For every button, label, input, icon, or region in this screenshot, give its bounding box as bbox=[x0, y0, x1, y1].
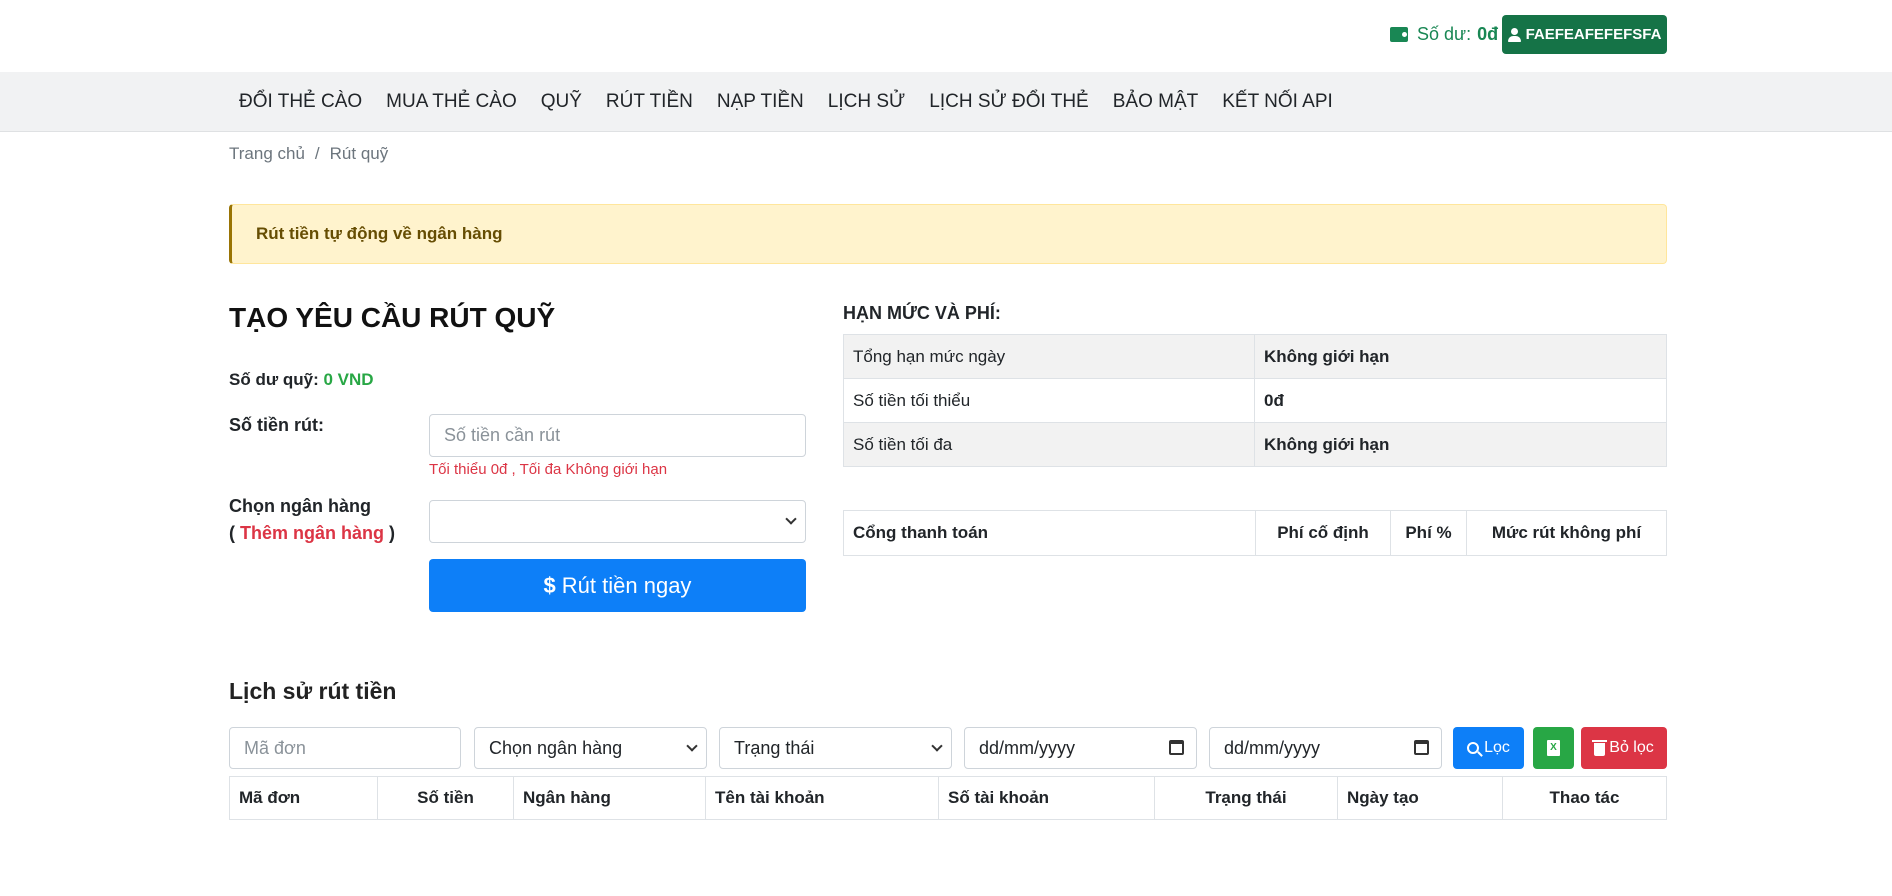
breadcrumb-separator: / bbox=[314, 144, 320, 163]
order-id-input[interactable]: Mã đơn bbox=[229, 727, 461, 769]
nav-item-quy[interactable]: QUỸ bbox=[529, 91, 594, 113]
user-icon bbox=[1507, 27, 1521, 42]
clear-filter-button[interactable]: Bỏ lọc bbox=[1581, 727, 1667, 769]
nav-item-doi-the-cao[interactable]: ĐỔI THẺ CÀO bbox=[227, 91, 374, 113]
filter-button[interactable]: Lọc bbox=[1453, 727, 1524, 769]
add-bank-link[interactable]: Thêm ngân hàng bbox=[240, 523, 384, 543]
limit-label: Số tiền tối thiểu bbox=[843, 378, 1255, 423]
alert-text: Rút tiền tự động về ngân hàng bbox=[256, 224, 503, 243]
calendar-icon[interactable] bbox=[1169, 740, 1184, 755]
top-bar: Số dư: 0đ FAEFEAFEFEFSFA bbox=[0, 0, 1892, 72]
breadcrumb-current: Rút quỹ bbox=[329, 144, 389, 163]
user-account-button[interactable]: FAEFEAFEFEFSFA bbox=[1502, 15, 1667, 54]
column-header: Mức rút không phí bbox=[1466, 510, 1667, 556]
withdraw-history-table: Mã đơn Số tiền Ngân hàng Tên tài khoản S… bbox=[229, 776, 1667, 820]
wallet-icon bbox=[1390, 26, 1408, 42]
bank-select[interactable] bbox=[429, 500, 806, 543]
limit-label: Số tiền tối đa bbox=[843, 422, 1255, 467]
account-balance: Số dư: 0đ bbox=[1390, 22, 1498, 46]
table-header-row: Cổng thanh toán Phí cố định Phí % Mức rú… bbox=[843, 510, 1667, 556]
nav-item-nap-tien[interactable]: NẠP TIỀN bbox=[705, 91, 816, 113]
bank-label: Chọn ngân hàng ( Thêm ngân hàng ) bbox=[229, 493, 395, 547]
amount-placeholder: Số tiền cần rút bbox=[444, 425, 561, 445]
info-alert: Rút tiền tự động về ngân hàng bbox=[229, 204, 1667, 264]
nav-item-bao-mat[interactable]: BẢO MẬT bbox=[1101, 91, 1211, 113]
bank-label-text: Chọn ngân hàng bbox=[229, 496, 371, 516]
nav-item-rut-tien[interactable]: RÚT TIỀN bbox=[594, 91, 705, 113]
date-from-value: dd/mm/yyyy bbox=[979, 737, 1076, 758]
add-bank-close: ) bbox=[384, 523, 395, 543]
limits-table: Tổng hạn mức ngày Không giới hạn Số tiền… bbox=[843, 334, 1667, 467]
fund-balance-value: 0 VND bbox=[323, 370, 374, 389]
nav-item-mua-the-cao[interactable]: MUA THẺ CÀO bbox=[374, 91, 529, 113]
limit-value: Không giới hạn bbox=[1254, 334, 1667, 379]
column-header: Ngày tạo bbox=[1337, 776, 1503, 820]
breadcrumb: Trang chủ / Rút quỹ bbox=[229, 144, 388, 164]
limits-title: HẠN MỨC VÀ PHÍ: bbox=[843, 303, 1001, 323]
column-header: Mã đơn bbox=[229, 776, 378, 820]
fund-balance: Số dư quỹ: 0 VND bbox=[229, 370, 374, 390]
breadcrumb-home[interactable]: Trang chủ bbox=[229, 144, 305, 164]
date-to-input[interactable]: dd/mm/yyyy bbox=[1209, 727, 1442, 769]
column-header: Phí % bbox=[1390, 510, 1467, 556]
excel-icon: X bbox=[1547, 740, 1560, 756]
table-header-row: Mã đơn Số tiền Ngân hàng Tên tài khoản S… bbox=[229, 776, 1667, 820]
amount-hint: Tối thiểu 0đ , Tối đa Không giới hạn bbox=[429, 461, 668, 478]
nav-item-lich-su[interactable]: LỊCH SỬ bbox=[816, 91, 917, 113]
dollar-icon: $ bbox=[543, 572, 556, 598]
column-header: Tên tài khoản bbox=[705, 776, 939, 820]
main-nav: ĐỔI THẺ CÀO MUA THẺ CÀO QUỸ RÚT TIỀN NẠP… bbox=[0, 72, 1892, 132]
order-id-placeholder: Mã đơn bbox=[244, 737, 306, 758]
status-filter-select[interactable]: Trạng thái bbox=[719, 727, 952, 769]
column-header: Thao tác bbox=[1502, 776, 1667, 820]
fund-balance-label: Số dư quỹ: bbox=[229, 370, 319, 389]
table-row: Số tiền tối thiểu 0đ bbox=[843, 378, 1667, 423]
chevron-down-icon bbox=[686, 740, 698, 752]
add-bank-open: ( bbox=[229, 523, 240, 543]
column-header: Trạng thái bbox=[1154, 776, 1338, 820]
column-header: Ngân hàng bbox=[513, 776, 706, 820]
table-row: Số tiền tối đa Không giới hạn bbox=[843, 422, 1667, 467]
table-row: Tổng hạn mức ngày Không giới hạn bbox=[843, 334, 1667, 379]
gateway-fee-table: Cổng thanh toán Phí cố định Phí % Mức rú… bbox=[843, 510, 1667, 556]
clear-filter-label: Bỏ lọc bbox=[1609, 739, 1654, 756]
limit-value: 0đ bbox=[1254, 378, 1667, 423]
calendar-icon[interactable] bbox=[1414, 740, 1429, 755]
withdraw-now-label: Rút tiền ngay bbox=[561, 572, 692, 598]
search-icon bbox=[1467, 742, 1480, 754]
withdraw-now-button[interactable]: $ Rút tiền ngay bbox=[429, 559, 806, 612]
limit-value: Không giới hạn bbox=[1254, 422, 1667, 467]
trash-icon bbox=[1592, 739, 1608, 756]
chevron-down-icon bbox=[785, 513, 797, 525]
limit-label: Tổng hạn mức ngày bbox=[843, 334, 1255, 379]
date-from-input[interactable]: dd/mm/yyyy bbox=[964, 727, 1197, 769]
column-header: Phí cố định bbox=[1255, 510, 1391, 556]
page-title: TẠO YÊU CẦU RÚT QUỸ bbox=[229, 302, 556, 333]
balance-value: 0đ bbox=[1477, 23, 1499, 44]
column-header: Cổng thanh toán bbox=[843, 510, 1256, 556]
bank-filter-select[interactable]: Chọn ngân hàng bbox=[474, 727, 707, 769]
column-header: Số tiền bbox=[377, 776, 514, 820]
column-header: Số tài khoản bbox=[938, 776, 1155, 820]
chevron-down-icon bbox=[931, 740, 943, 752]
bank-filter-value: Chọn ngân hàng bbox=[489, 737, 623, 758]
username-label: FAEFEAFEFEFSFA bbox=[1525, 26, 1662, 43]
balance-label: Số dư: bbox=[1417, 23, 1472, 44]
nav-item-ket-noi-api[interactable]: KẾT NỐI API bbox=[1210, 91, 1345, 113]
amount-label: Số tiền rút: bbox=[229, 415, 324, 435]
history-title: Lịch sử rút tiền bbox=[229, 678, 397, 704]
date-to-value: dd/mm/yyyy bbox=[1224, 737, 1321, 758]
filter-button-label: Lọc bbox=[1484, 739, 1510, 756]
nav-item-lich-su-doi-the[interactable]: LỊCH SỬ ĐỔI THẺ bbox=[917, 91, 1100, 113]
export-excel-button[interactable]: X bbox=[1533, 727, 1574, 769]
amount-input[interactable]: Số tiền cần rút bbox=[429, 414, 806, 457]
status-filter-value: Trạng thái bbox=[734, 737, 815, 758]
